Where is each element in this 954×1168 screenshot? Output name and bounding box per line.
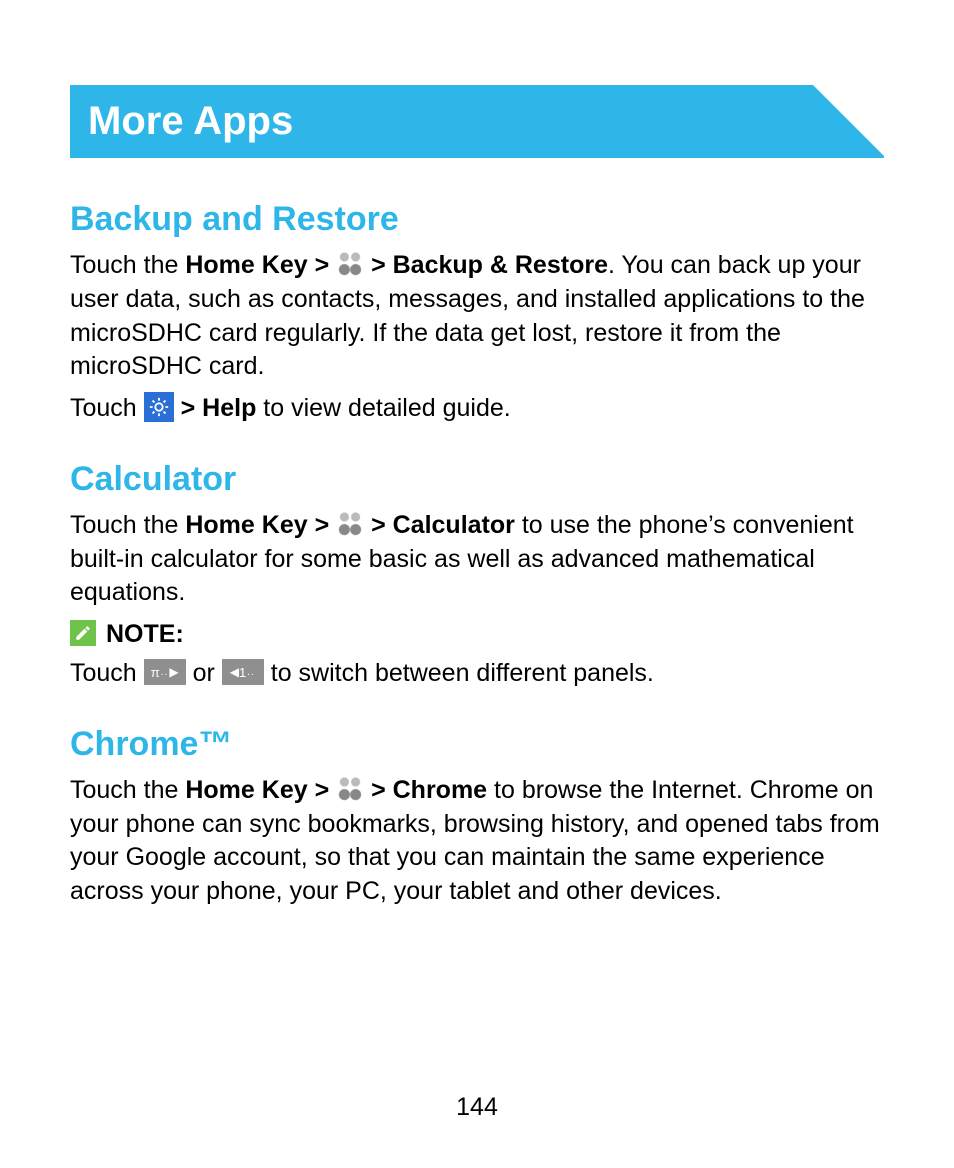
calculator-paragraph-2: Touch π..▶ or ◀1.. to switch between dif… — [70, 657, 884, 691]
settings-gear-icon — [144, 392, 174, 422]
home-key-label: Home Key > — [185, 511, 336, 539]
text: Touch the — [70, 251, 185, 279]
panel-switch-pi-icon: π..▶ — [144, 659, 186, 685]
page-number: 144 — [0, 1093, 954, 1122]
backup-paragraph-1: Touch the Home Key > > Backup & Restore.… — [70, 249, 884, 384]
section-heading-calculator: Calculator — [70, 460, 884, 499]
dots: .. — [247, 666, 255, 680]
panel-switch-num-icon: ◀1.. — [222, 659, 264, 685]
section-heading-backup: Backup and Restore — [70, 200, 884, 239]
pencil-note-icon — [70, 620, 96, 646]
note-label: NOTE: — [106, 620, 184, 649]
home-key-label: Home Key > — [185, 251, 336, 279]
chrome-label: > Chrome — [371, 776, 487, 804]
backup-restore-label: > Backup & Restore — [371, 251, 608, 279]
apps-grid-icon — [336, 250, 364, 278]
calculator-paragraph-1: Touch the Home Key > > Calculator to use… — [70, 509, 884, 610]
text: Touch — [70, 394, 144, 422]
text: Touch the — [70, 511, 185, 539]
pi-symbol: π — [151, 664, 160, 682]
text: to switch between different panels. — [271, 659, 654, 687]
text: or — [193, 659, 222, 687]
chrome-paragraph-1: Touch the Home Key > > Chrome to browse … — [70, 774, 884, 909]
one-symbol: 1 — [239, 664, 246, 682]
chapter-title: More Apps — [88, 99, 293, 143]
section-heading-chrome: Chrome™ — [70, 725, 884, 764]
apps-grid-icon — [336, 510, 364, 538]
chapter-banner: More Apps — [70, 85, 884, 158]
calculator-label: > Calculator — [371, 511, 515, 539]
backup-paragraph-2: Touch > Help to view detailed guide. — [70, 392, 884, 426]
triangle-right-icon: ▶ — [169, 664, 178, 680]
text: Touch — [70, 659, 144, 687]
help-label: > Help — [181, 394, 257, 422]
dots: .. — [161, 666, 169, 680]
triangle-left-icon: ◀ — [230, 664, 239, 680]
text: to view detailed guide. — [256, 394, 510, 422]
home-key-label: Home Key > — [185, 776, 336, 804]
apps-grid-icon — [336, 775, 364, 803]
text: Touch the — [70, 776, 185, 804]
note-line: NOTE: — [70, 620, 884, 649]
